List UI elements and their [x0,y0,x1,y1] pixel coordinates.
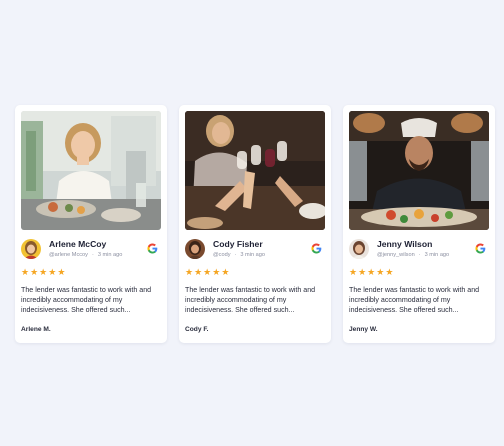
reviewer-handle: @cody [213,251,231,258]
separator-dot: · [234,251,237,258]
reviewer-info: Arlene McCoy @arlene Mccoy · 3 min ago [21,237,161,261]
separator-dot: · [418,251,421,258]
star-icon: ★ [376,266,385,277]
star-icon: ★ [203,266,212,277]
review-text: The lender was fantastic to work with an… [185,286,316,315]
review-photo [349,111,489,230]
star-icon: ★ [221,266,230,277]
star-icon: ★ [385,266,394,277]
separator-dot: · [91,251,94,258]
star-icon: ★ [358,266,367,277]
review-time: 3 min ago [240,251,265,258]
review-cards: Arlene McCoy @arlene Mccoy · 3 min ago ★… [15,105,495,343]
avatar [21,239,41,259]
google-icon [475,243,486,254]
star-rating: ★ ★ ★ ★ ★ [21,267,161,277]
star-icon: ★ [57,266,66,277]
star-icon: ★ [367,266,376,277]
star-icon: ★ [39,266,48,277]
reviewer-info: Cody Fisher @cody · 3 min ago [185,237,325,261]
review-photo [185,111,325,230]
star-rating: ★ ★ ★ ★ ★ [349,267,489,277]
reviewer-handle: @jenny_wilson [377,251,415,258]
star-icon: ★ [212,266,221,277]
star-icon: ★ [30,266,39,277]
reviewer-signature: Arlene M. [21,325,51,333]
reviewer-name: Cody Fisher [213,238,263,249]
review-text: The lender was fantastic to work with an… [21,286,152,315]
reviewer-info: Jenny Wilson @jenny_wilson · 3 min ago [349,237,489,261]
reviewer-signature: Jenny W. [349,325,378,333]
google-icon [147,243,158,254]
review-time: 3 min ago [97,251,123,258]
review-card[interactable]: Jenny Wilson @jenny_wilson · 3 min ago ★… [343,105,495,343]
star-icon: ★ [349,266,358,277]
reviewer-signature: Cody F. [185,325,209,333]
review-card[interactable]: Arlene McCoy @arlene Mccoy · 3 min ago ★… [15,105,167,343]
review-text: The lender was fantastic to work with an… [349,286,480,315]
star-icon: ★ [194,266,203,277]
review-photo [21,111,161,230]
reviewer-name: Arlene McCoy [49,238,107,249]
avatar [349,239,369,259]
avatar [185,239,205,259]
reviewer-handle: @arlene Mccoy [49,251,88,258]
google-icon [311,243,322,254]
reviewer-name: Jenny Wilson [377,238,433,249]
star-icon: ★ [21,266,30,277]
star-rating: ★ ★ ★ ★ ★ [185,267,325,277]
review-time: 3 min ago [424,251,450,258]
star-icon: ★ [48,266,57,277]
star-icon: ★ [185,266,194,277]
review-card[interactable]: Cody Fisher @cody · 3 min ago ★ ★ ★ ★ ★ … [179,105,331,343]
